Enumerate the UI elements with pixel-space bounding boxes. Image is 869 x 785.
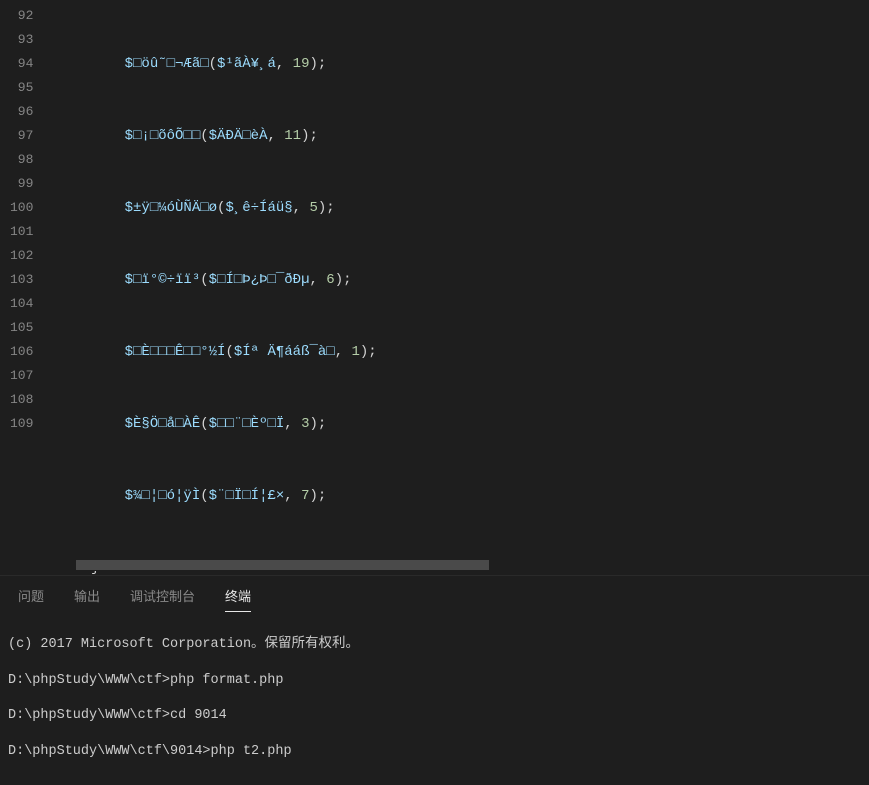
line-number: 98 <box>10 148 33 172</box>
var: $±ÿ□¼óÙÑÄ□ø <box>125 200 217 216</box>
terminal-line: D:\phpStudy\WWW\ctf>php format.php <box>8 670 861 692</box>
code-line[interactable]: $È§Ö□å□ÀÊ($□□¨□Èº□Ï, 3); <box>51 412 869 436</box>
code-line[interactable]: $□È□□□Ê□□°½Í($Íª Ä¶ááß¯à□, 1); <box>51 340 869 364</box>
arg: $□□¨□Èº□Ï <box>209 416 285 432</box>
var: $È§Ö□å□ÀÊ <box>125 416 201 432</box>
tab-problems[interactable]: 问题 <box>18 586 44 612</box>
bottom-panel: 问题 输出 调试控制台 终端 (c) 2017 Microsoft Corpor… <box>0 575 869 785</box>
line-number: 101 <box>10 220 33 244</box>
line-number: 94 <box>10 52 33 76</box>
line-number: 92 <box>10 4 33 28</box>
line-number: 109 <box>10 412 33 436</box>
var: $□¡□õôÕ□□ <box>125 128 201 144</box>
num: 19 <box>293 56 310 72</box>
arg: $¸ê÷Íáü§ <box>225 200 292 216</box>
num: 6 <box>326 272 334 288</box>
terminal-line: (c) 2017 Microsoft Corporation。保留所有权利。 <box>8 634 861 656</box>
num: 3 <box>301 416 309 432</box>
line-number: 107 <box>10 364 33 388</box>
line-number-gutter: 92 93 94 95 96 97 98 99 100 101 102 103 … <box>0 0 51 575</box>
var: $□È□□□Ê□□°½Í <box>125 344 226 360</box>
scrollbar-thumb[interactable] <box>76 560 489 570</box>
code-line[interactable]: $□öû˜□¬Æã□($¹ãÀ¥¸á, 19); <box>51 52 869 76</box>
tab-terminal[interactable]: 终端 <box>225 586 251 612</box>
line-number: 99 <box>10 172 33 196</box>
arg: $Íª Ä¶ááß¯à□ <box>234 344 335 360</box>
tab-debug-console[interactable]: 调试控制台 <box>130 586 195 612</box>
num: 11 <box>284 128 301 144</box>
line-number: 93 <box>10 28 33 52</box>
terminal-line: D:\phpStudy\WWW\ctf\9014>php t2.php <box>8 741 861 763</box>
line-number: 106 <box>10 340 33 364</box>
code-line[interactable]: $¾□¦□ó¦ÿÌ($¨□Ï□Í¦£×, 7); <box>51 484 869 508</box>
num: 5 <box>309 200 317 216</box>
code-line[interactable]: $□ï°©÷ïï³($□Í□Þ¿Þ□¯ðÐµ, 6); <box>51 268 869 292</box>
code-line[interactable]: $□¡□õôÕ□□($ÄÐÄ□èÀ, 11); <box>51 124 869 148</box>
arg: $¨□Ï□Í¦£× <box>209 488 285 504</box>
var: $¾□¦□ó¦ÿÌ <box>125 488 201 504</box>
num: 7 <box>301 488 309 504</box>
line-number: 105 <box>10 316 33 340</box>
terminal-line: D:\phpStudy\WWW\ctf>cd 9014 <box>8 705 861 727</box>
line-number: 102 <box>10 244 33 268</box>
num: 1 <box>352 344 360 360</box>
var: $□öû˜□¬Æã□ <box>125 56 209 72</box>
line-number: 100 <box>10 196 33 220</box>
panel-tabs: 问题 输出 调试控制台 终端 <box>0 576 869 620</box>
var: $□ï°©÷ïï³ <box>125 272 201 288</box>
line-number: 104 <box>10 292 33 316</box>
line-number: 108 <box>10 388 33 412</box>
line-number: 103 <box>10 268 33 292</box>
arg: $ÄÐÄ□èÀ <box>209 128 268 144</box>
tab-output[interactable]: 输出 <box>74 586 100 612</box>
code-line[interactable]: $±ÿ□¼óÙÑÄ□ø($¸ê÷Íáü§, 5); <box>51 196 869 220</box>
arg: $¹ãÀ¥¸á <box>217 56 276 72</box>
line-number: 95 <box>10 76 33 100</box>
arg: $□Í□Þ¿Þ□¯ðÐµ <box>209 272 310 288</box>
horizontal-scrollbar[interactable] <box>56 559 869 571</box>
terminal-content[interactable]: (c) 2017 Microsoft Corporation。保留所有权利。 D… <box>0 620 869 784</box>
code-editor[interactable]: 92 93 94 95 96 97 98 99 100 101 102 103 … <box>0 0 869 575</box>
code-area[interactable]: $□öû˜□¬Æã□($¹ãÀ¥¸á, 19); $□¡□õôÕ□□($ÄÐÄ□… <box>51 0 869 575</box>
line-number: 97 <box>10 124 33 148</box>
line-number: 96 <box>10 100 33 124</box>
